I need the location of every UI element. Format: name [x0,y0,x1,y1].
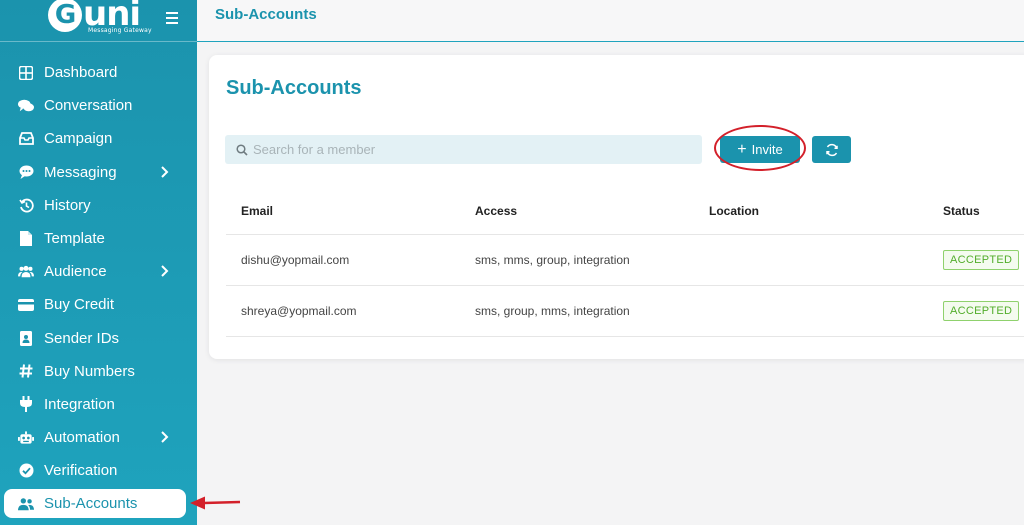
sidebar-item-label: Template [44,230,105,248]
sidebar-item-label: Sender IDs [44,329,120,347]
table-row[interactable]: dishu@yopmail.com sms, mms, group, integ… [226,235,1024,286]
sidebar-item-buy-credit[interactable]: Buy Credit [0,288,197,321]
header-status[interactable]: Status [943,187,980,234]
sidebar-item-label: Integration [44,395,115,413]
plug-icon [18,396,34,413]
menu-toggle-icon[interactable] [166,12,178,24]
search-icon [236,144,248,156]
sidebar-item-messaging[interactable]: Messaging [0,156,197,189]
file-icon [18,231,34,247]
header-email[interactable]: Email [241,187,273,234]
status-badge: ACCEPTED [943,250,1020,270]
sidebar-item-sender-ids[interactable]: Sender IDs [0,322,197,355]
page-title: Sub-Accounts [215,6,317,23]
logo-subtitle: Messaging Gateway [88,27,152,34]
table-row[interactable]: shreya@yopmail.com sms, group, mms, inte… [226,286,1024,337]
sidebar-item-integration[interactable]: Integration [0,388,197,421]
sidebar-item-label: Automation [44,429,120,447]
users-icon [18,264,34,280]
logo-g-mark: G [48,0,82,32]
table-header: Email Access Location Status [226,187,1024,235]
sidebar-item-label: Buy Numbers [44,362,135,380]
user-group-icon [18,496,34,512]
credit-card-icon [18,297,34,313]
sidebar-item-audience[interactable]: Audience [0,255,197,288]
sidebar-item-buy-numbers[interactable]: Buy Numbers [0,355,197,388]
sidebar: Guni Messaging Gateway Dashboard Convers… [0,0,197,525]
sidebar-item-label: Dashboard [44,64,118,82]
logo-row: Guni Messaging Gateway [0,0,197,42]
access-cell: sms, mms, group, integration [475,253,630,267]
annotation-arrow [190,496,241,510]
sidebar-item-label: Campaign [44,130,113,148]
sidebar-item-label: History [44,196,91,214]
sidebar-item-template[interactable]: Template [0,222,197,255]
sidebar-item-label: Audience [44,263,107,281]
members-table: Email Access Location Status dishu@yopma… [226,187,1024,337]
status-badge: ACCEPTED [943,301,1020,321]
chevron-right-icon [161,265,169,277]
chevron-right-icon [161,165,169,178]
hash-icon [18,363,34,379]
sidebar-item-verification[interactable]: Verification [0,454,197,487]
invite-button[interactable]: + Invite [720,136,800,163]
access-cell: sms, group, mms, integration [475,304,630,318]
sidebar-item-campaign[interactable]: Campaign [0,122,197,155]
sidebar-item-label: Sub-Accounts [44,495,138,513]
sidebar-item-history[interactable]: History [0,189,197,222]
inbox-tray-icon [18,131,34,147]
refresh-button[interactable] [812,136,851,163]
status-cell: ACCEPTED [943,235,1020,285]
sub-accounts-card: Sub-Accounts + Invite Email Access Locat… [209,55,1024,359]
plus-icon: + [737,140,747,158]
sidebar-item-label: Messaging [44,163,117,181]
sidebar-item-sub-accounts[interactable]: Sub-Accounts [4,489,186,519]
check-circle-icon [18,463,34,479]
search-input[interactable] [225,135,702,164]
sidebar-item-conversation[interactable]: Conversation [0,89,197,122]
chevron-right-icon [161,431,169,443]
topbar: Sub-Accounts [197,0,1024,42]
status-cell: ACCEPTED [943,286,1020,336]
grid-icon [18,65,34,81]
sidebar-item-label: Buy Credit [44,296,115,314]
chat-bubbles-icon [18,98,34,114]
sidebar-item-label: Conversation [44,97,133,115]
speech-bubble-icon [18,164,34,180]
card-title: Sub-Accounts [226,77,362,99]
invite-label: Invite [751,142,783,157]
email-cell: shreya@yopmail.com [241,304,357,318]
sidebar-nav: Dashboard Conversation Campaign Messagin… [0,56,197,519]
sidebar-item-automation[interactable]: Automation [0,421,197,454]
header-access[interactable]: Access [475,187,517,234]
refresh-icon [825,143,838,156]
header-location[interactable]: Location [709,187,759,234]
history-icon [18,197,34,213]
email-cell: dishu@yopmail.com [241,253,350,267]
id-badge-icon [18,330,34,346]
sidebar-item-dashboard[interactable]: Dashboard [0,56,197,89]
robot-icon [18,430,34,446]
sidebar-item-label: Verification [44,462,118,480]
